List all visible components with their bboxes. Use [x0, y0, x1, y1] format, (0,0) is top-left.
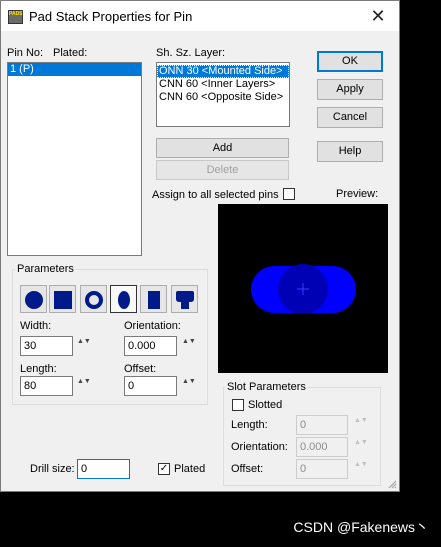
slot-offset-input[interactable]: 0 [296, 459, 348, 479]
help-button[interactable]: Help [317, 141, 383, 162]
assign-all-label: Assign to all selected pins [152, 189, 279, 201]
width-input[interactable]: 30 [20, 336, 73, 356]
drill-plated-checkbox[interactable]: ✓ [158, 463, 170, 475]
pads-app-icon: PADS [8, 10, 23, 24]
annular-pad-icon [85, 291, 103, 309]
preview-canvas [218, 204, 388, 373]
slot-length-input[interactable]: 0 [296, 415, 348, 435]
pad-preview-graphic [251, 264, 356, 314]
slot-orientation-label: Orientation: [231, 441, 288, 453]
layer-list-item[interactable]: CNN 60 <Opposite Side> [157, 91, 289, 104]
slotted-checkbox[interactable] [232, 399, 244, 411]
layer-list-item[interactable]: CNN 60 <Inner Layers> [157, 78, 289, 91]
slot-parameters-title: Slot Parameters [225, 381, 308, 393]
orientation-label: Orientation: [124, 320, 181, 332]
layer-list[interactable]: ONN 30 <Mounted Side> CNN 60 <Inner Laye… [156, 62, 290, 127]
assign-all-checkbox[interactable] [283, 188, 295, 200]
length-input[interactable]: 80 [20, 376, 73, 396]
pin-list-item[interactable]: 1 (P) [8, 63, 141, 76]
slot-orientation-input[interactable]: 0.000 [296, 437, 348, 457]
oval-pad-button[interactable] [110, 285, 137, 313]
drill-size-label: Drill size: [30, 463, 75, 475]
close-icon[interactable]: ✕ [363, 4, 393, 28]
resize-grip-icon[interactable] [387, 479, 397, 489]
drill-plated-label: Plated [174, 463, 206, 475]
window-title: Pad Stack Properties for Pin [29, 9, 193, 24]
watermark: CSDN @Fakenews丶 [293, 519, 429, 535]
length-spin-icon[interactable]: ▲▼ [77, 377, 91, 397]
length-label: Length: [20, 363, 57, 375]
preview-label: Preview: [336, 188, 379, 200]
slot-orientation-spin-icon[interactable]: ▲▼ [354, 438, 368, 458]
odd-shape-pad-icon [176, 291, 194, 309]
title-bar: PADS Pad Stack Properties for Pin ✕ [1, 1, 399, 31]
annular-pad-button[interactable] [80, 285, 107, 313]
round-pad-icon [25, 291, 43, 309]
orientation-spin-icon[interactable]: ▲▼ [182, 337, 196, 357]
offset-spin-icon[interactable]: ▲▼ [182, 377, 196, 397]
orientation-input[interactable]: 0.000 [124, 336, 177, 356]
square-pad-icon [54, 291, 72, 309]
offset-input[interactable]: 0 [124, 376, 177, 396]
pad-stack-dialog: PADS Pad Stack Properties for Pin ✕ Pin … [0, 0, 400, 492]
width-spin-icon[interactable]: ▲▼ [77, 337, 91, 357]
plated-header-label: Plated: [53, 47, 88, 59]
ok-button[interactable]: OK [317, 51, 383, 72]
round-pad-button[interactable] [20, 285, 47, 313]
rectangle-pad-button[interactable] [140, 285, 167, 313]
odd-shape-pad-button[interactable] [171, 285, 198, 313]
slot-length-spin-icon[interactable]: ▲▼ [354, 416, 368, 436]
pin-no-label: Pin No: [7, 47, 44, 59]
slot-length-label: Length: [231, 419, 268, 431]
parameters-title: Parameters [15, 263, 76, 275]
cancel-button[interactable]: Cancel [317, 107, 383, 128]
offset-label: Offset: [124, 363, 157, 375]
delete-button[interactable]: Delete [156, 160, 289, 180]
add-button[interactable]: Add [156, 138, 289, 158]
square-pad-button[interactable] [49, 285, 76, 313]
apply-button[interactable]: Apply [317, 79, 383, 100]
oval-pad-icon [118, 291, 130, 309]
layer-list-header: Sh. Sz. Layer: [156, 47, 226, 59]
drill-size-input[interactable]: 0 [77, 459, 130, 479]
slotted-label: Slotted [248, 399, 283, 411]
layer-list-item[interactable]: ONN 30 <Mounted Side> [157, 65, 289, 78]
slot-offset-label: Offset: [231, 463, 264, 475]
rectangle-pad-icon [148, 291, 160, 309]
pin-list[interactable]: 1 (P) [7, 62, 142, 256]
width-label: Width: [20, 320, 52, 332]
slot-offset-spin-icon[interactable]: ▲▼ [354, 460, 368, 480]
